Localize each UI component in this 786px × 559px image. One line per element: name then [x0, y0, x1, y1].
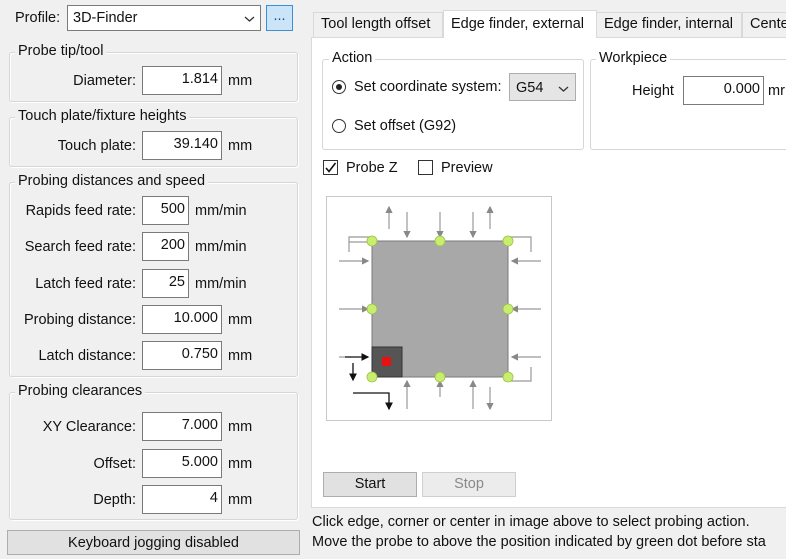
- keyboard-jogging-button[interactable]: Keyboard jogging disabled: [7, 530, 300, 555]
- profile-more-button[interactable]: ...: [266, 5, 293, 31]
- workpiece-height-label: Height: [632, 83, 674, 99]
- depth-unit: mm: [228, 492, 253, 508]
- latch-feed-label: Latch feed rate:: [35, 276, 136, 292]
- probing-diagram-canvas: [339, 205, 541, 411]
- probe-z-checkbox[interactable]: [323, 160, 338, 175]
- profile-select-value: 3D-Finder: [73, 10, 138, 26]
- selected-marker: [382, 357, 391, 366]
- coordinate-system-select[interactable]: G54: [509, 73, 576, 101]
- probe-dot-top: [434, 235, 446, 247]
- depth-input[interactable]: 4: [142, 485, 222, 514]
- checkmark-icon: [325, 162, 337, 173]
- chevron-down-icon: [244, 12, 255, 28]
- probe-dot-right: [502, 303, 514, 315]
- workpiece-title: Workpiece: [596, 50, 671, 66]
- probing-distance-label: Probing distance:: [23, 312, 136, 328]
- latch-feed-input[interactable]: 25: [142, 269, 189, 298]
- workpiece-height-unit: mr: [768, 83, 785, 99]
- tab-edge-finder-external[interactable]: Edge finder, external: [443, 10, 597, 38]
- touch-plate-title: Touch plate/fixture heights: [15, 108, 190, 124]
- search-feed-unit: mm/min: [195, 239, 247, 255]
- latch-distance-label: Latch distance:: [38, 348, 136, 364]
- xy-clearance-unit: mm: [228, 419, 253, 435]
- probing-distance-unit: mm: [228, 312, 253, 328]
- diameter-label: Diameter:: [73, 73, 136, 89]
- offset-unit: mm: [228, 456, 253, 472]
- stop-button[interactable]: Stop: [422, 472, 516, 497]
- preview-checkbox[interactable]: [418, 160, 433, 175]
- probing-diagram[interactable]: [326, 196, 552, 421]
- offset-input[interactable]: 5.000: [142, 449, 222, 478]
- touch-plate-label: Touch plate:: [57, 138, 136, 154]
- rapids-feed-unit: mm/min: [195, 203, 247, 219]
- rapids-feed-label: Rapids feed rate:: [25, 203, 136, 219]
- xy-clearance-input[interactable]: 7.000: [142, 412, 222, 441]
- offset-label: Offset:: [93, 456, 136, 472]
- tab-edge-finder-internal[interactable]: Edge finder, internal: [596, 12, 742, 37]
- probing-distance-input[interactable]: 10.000: [142, 305, 222, 334]
- probe-dot-top-left: [366, 235, 378, 247]
- info-line-1: Click edge, corner or center in image ab…: [312, 514, 750, 530]
- clearances-title: Probing clearances: [15, 383, 146, 399]
- set-offset-radio[interactable]: [332, 119, 346, 133]
- probe-dot-left: [366, 303, 378, 315]
- probe-tip-title: Probe tip/tool: [15, 43, 107, 59]
- diameter-unit: mm: [228, 73, 253, 89]
- touch-plate-unit: mm: [228, 138, 253, 154]
- xy-clearance-label: XY Clearance:: [42, 419, 136, 435]
- depth-label: Depth:: [93, 492, 136, 508]
- action-title: Action: [329, 50, 376, 66]
- search-feed-label: Search feed rate:: [24, 239, 136, 255]
- preview-label: Preview: [441, 160, 493, 176]
- coordinate-system-value: G54: [516, 80, 544, 96]
- probe-z-label: Probe Z: [346, 160, 398, 176]
- probe-dot-top-right: [502, 235, 514, 247]
- diameter-input[interactable]: 1.814: [142, 66, 222, 95]
- latch-distance-input[interactable]: 0.750: [142, 341, 222, 370]
- workpiece-height-input[interactable]: 0.000: [683, 76, 764, 105]
- probe-dot-bottom-left: [366, 371, 378, 383]
- rapids-feed-input[interactable]: 500: [142, 196, 189, 225]
- probe-dot-bottom: [434, 371, 446, 383]
- start-button[interactable]: Start: [323, 472, 417, 497]
- info-line-2: Move the probe to above the position ind…: [312, 534, 766, 550]
- touch-plate-input[interactable]: 39.140: [142, 131, 222, 160]
- chevron-down-icon: [558, 82, 569, 98]
- tab-center[interactable]: Cente: [742, 12, 786, 37]
- tab-tool-length-offset[interactable]: Tool length offset: [313, 12, 443, 37]
- latch-distance-unit: mm: [228, 348, 253, 364]
- profile-select[interactable]: 3D-Finder: [67, 5, 261, 31]
- set-coordinate-system-radio[interactable]: [332, 80, 346, 94]
- set-offset-label: Set offset (G92): [354, 118, 457, 134]
- profile-label: Profile:: [15, 10, 61, 26]
- probing-title: Probing distances and speed: [15, 173, 209, 189]
- latch-feed-unit: mm/min: [195, 276, 247, 292]
- search-feed-input[interactable]: 200: [142, 232, 189, 261]
- set-coordinate-system-label: Set coordinate system:: [354, 79, 502, 95]
- probe-dot-bottom-right: [502, 371, 514, 383]
